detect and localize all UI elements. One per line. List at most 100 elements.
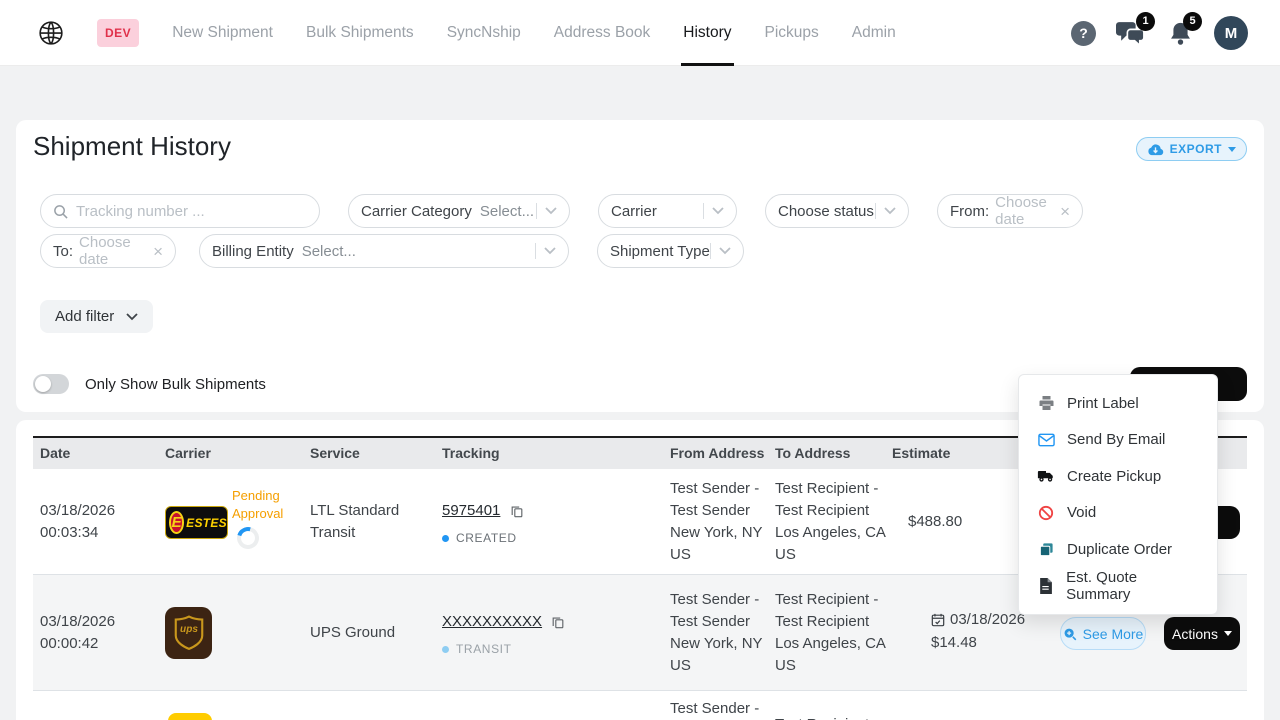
chat-badge: 1: [1136, 12, 1155, 31]
nav-right: ? 1 5 M: [1071, 0, 1248, 66]
estimate-value: $14.48: [931, 632, 1025, 654]
notifications-button[interactable]: 5: [1167, 20, 1194, 47]
help-icon[interactable]: ?: [1071, 21, 1096, 46]
nav-item-address-book[interactable]: Address Book: [554, 0, 651, 66]
col-header-tracking: Tracking: [442, 438, 500, 469]
status-badge: CREATED: [442, 527, 642, 549]
nav-item-bulk-shipments[interactable]: Bulk Shipments: [306, 0, 414, 66]
shipment-date: 03/18/2026 00:03:34: [40, 500, 150, 544]
printer-icon: [1037, 395, 1055, 411]
shipment-date: 03/18/2026 00:00:42: [40, 611, 150, 655]
menu-item-create-pickup[interactable]: Create Pickup: [1019, 458, 1217, 495]
service-name: UPS Ground: [310, 622, 430, 644]
service-name: LTL Standard Transit: [310, 500, 422, 544]
copy-icon[interactable]: [510, 504, 524, 518]
to-address: Test Recipient - Test Recipient Los Ange…: [775, 478, 889, 566]
menu-item-print-label[interactable]: Print Label: [1019, 385, 1217, 422]
svg-text:ups: ups: [180, 624, 198, 635]
carrier-logo: [168, 713, 212, 720]
ups-carrier-logo: ups: [165, 607, 212, 659]
notification-badge: 5: [1183, 12, 1202, 31]
nav-left: DEV New Shipment Bulk Shipments SyncNshi…: [38, 0, 896, 66]
caret-down-icon: [1224, 631, 1232, 636]
carrier-category-select[interactable]: Carrier Category Select...: [348, 194, 570, 228]
col-header-from: From Address: [670, 438, 764, 469]
envelope-icon: [1037, 433, 1055, 447]
estimate-cell: 03/18/2026 $14.48: [931, 609, 1025, 654]
chevron-down-icon: [719, 247, 731, 255]
avatar[interactable]: M: [1214, 16, 1248, 50]
filters-card: Shipment History EXPORT Carrier Category…: [16, 120, 1264, 412]
chevron-down-icon: [545, 207, 557, 215]
col-header-carrier: Carrier: [165, 438, 211, 469]
copy-icon[interactable]: [551, 615, 565, 629]
col-header-estimate: Estimate: [892, 438, 950, 469]
chevron-down-icon: [126, 313, 138, 321]
tracking-cell: 5975401 CREATED: [442, 500, 642, 549]
chevron-down-icon: [712, 207, 724, 215]
void-icon: [1037, 505, 1055, 521]
active-tab-underline: [681, 63, 733, 66]
status-dot: [442, 646, 449, 653]
tracking-link[interactable]: 5975401: [442, 502, 500, 519]
export-button[interactable]: EXPORT: [1136, 137, 1247, 161]
shipment-type-select[interactable]: Shipment Type: [597, 234, 744, 268]
tracking-link[interactable]: XXXXXXXXXX: [442, 613, 542, 630]
page-title: Shipment History: [33, 131, 231, 162]
calendar-icon: [931, 613, 945, 627]
nav-item-admin[interactable]: Admin: [852, 0, 896, 66]
cloud-download-icon: [1147, 143, 1164, 156]
nav-item-pickups[interactable]: Pickups: [765, 0, 819, 66]
to-address: Test Recipient -: [775, 714, 889, 720]
tracking-search-input[interactable]: [40, 194, 320, 228]
menu-item-duplicate-order[interactable]: Duplicate Order: [1019, 531, 1217, 568]
top-nav: DEV New Shipment Bulk Shipments SyncNshi…: [0, 0, 1280, 66]
nav-item-syncnship[interactable]: SyncNship: [447, 0, 521, 66]
see-more-button[interactable]: See More: [1060, 617, 1146, 650]
clear-to-date-icon[interactable]: ×: [153, 243, 163, 260]
chevron-down-icon: [544, 247, 556, 255]
estimate-date: 03/18/2026: [950, 609, 1025, 631]
shipment-history-screen: DEV New Shipment Bulk Shipments SyncNshi…: [0, 0, 1280, 720]
document-icon: [1037, 578, 1054, 594]
col-header-date: Date: [40, 438, 70, 469]
from-address: Test Sender - Test Sender New York, NY U…: [670, 589, 770, 677]
dev-badge: DEV: [97, 19, 139, 47]
col-header-to: To Address: [775, 438, 850, 469]
status-select[interactable]: Choose status: [765, 194, 909, 228]
to-address: Test Recipient - Test Recipient Los Ange…: [775, 589, 889, 677]
nav-item-new-shipment[interactable]: New Shipment: [172, 0, 273, 66]
app-logo-globe-icon[interactable]: [38, 20, 64, 46]
caret-down-icon: [1228, 147, 1236, 152]
truck-icon: [1037, 469, 1055, 483]
tracking-input-field[interactable]: [76, 203, 307, 220]
tracking-cell: XXXXXXXXXX TRANSIT: [442, 611, 652, 660]
chevron-down-icon: [884, 207, 896, 215]
pending-approval-label: Pending Approval: [232, 487, 298, 523]
zoom-in-icon: [1063, 627, 1077, 641]
carrier-select[interactable]: Carrier: [598, 194, 737, 228]
search-icon: [53, 204, 68, 219]
from-address: Test Sender - Test Sender New York, NY U…: [670, 478, 770, 566]
status-dot: [442, 535, 449, 542]
billing-entity-select[interactable]: Billing Entity Select...: [199, 234, 569, 268]
from-date-field[interactable]: From: Choose date ×: [937, 194, 1083, 228]
to-date-field[interactable]: To: Choose date ×: [40, 234, 176, 268]
bulk-shipments-toggle-label: Only Show Bulk Shipments: [85, 376, 266, 393]
actions-menu: Print Label Send By Email Create Pickup …: [1018, 374, 1218, 615]
add-filter-button[interactable]: Add filter: [40, 300, 153, 333]
menu-item-send-by-email[interactable]: Send By Email: [1019, 422, 1217, 459]
clear-from-date-icon[interactable]: ×: [1060, 203, 1070, 220]
nav-item-history[interactable]: History: [683, 0, 731, 66]
estimate-value: $488.80: [908, 511, 962, 533]
estes-carrier-logo: E ESTES: [165, 506, 228, 539]
table-row: Test Sender - Test Recipient -: [33, 691, 1247, 720]
from-address: Test Sender -: [670, 698, 770, 720]
menu-item-est-quote-summary[interactable]: Est. Quote Summary: [1019, 568, 1217, 605]
bulk-shipments-toggle[interactable]: [33, 374, 69, 394]
status-badge: TRANSIT: [442, 638, 652, 660]
chat-button[interactable]: 1: [1116, 20, 1147, 47]
menu-item-void[interactable]: Void: [1019, 495, 1217, 532]
row-actions-button[interactable]: Actions: [1164, 617, 1240, 650]
duplicate-icon: [1037, 542, 1055, 557]
